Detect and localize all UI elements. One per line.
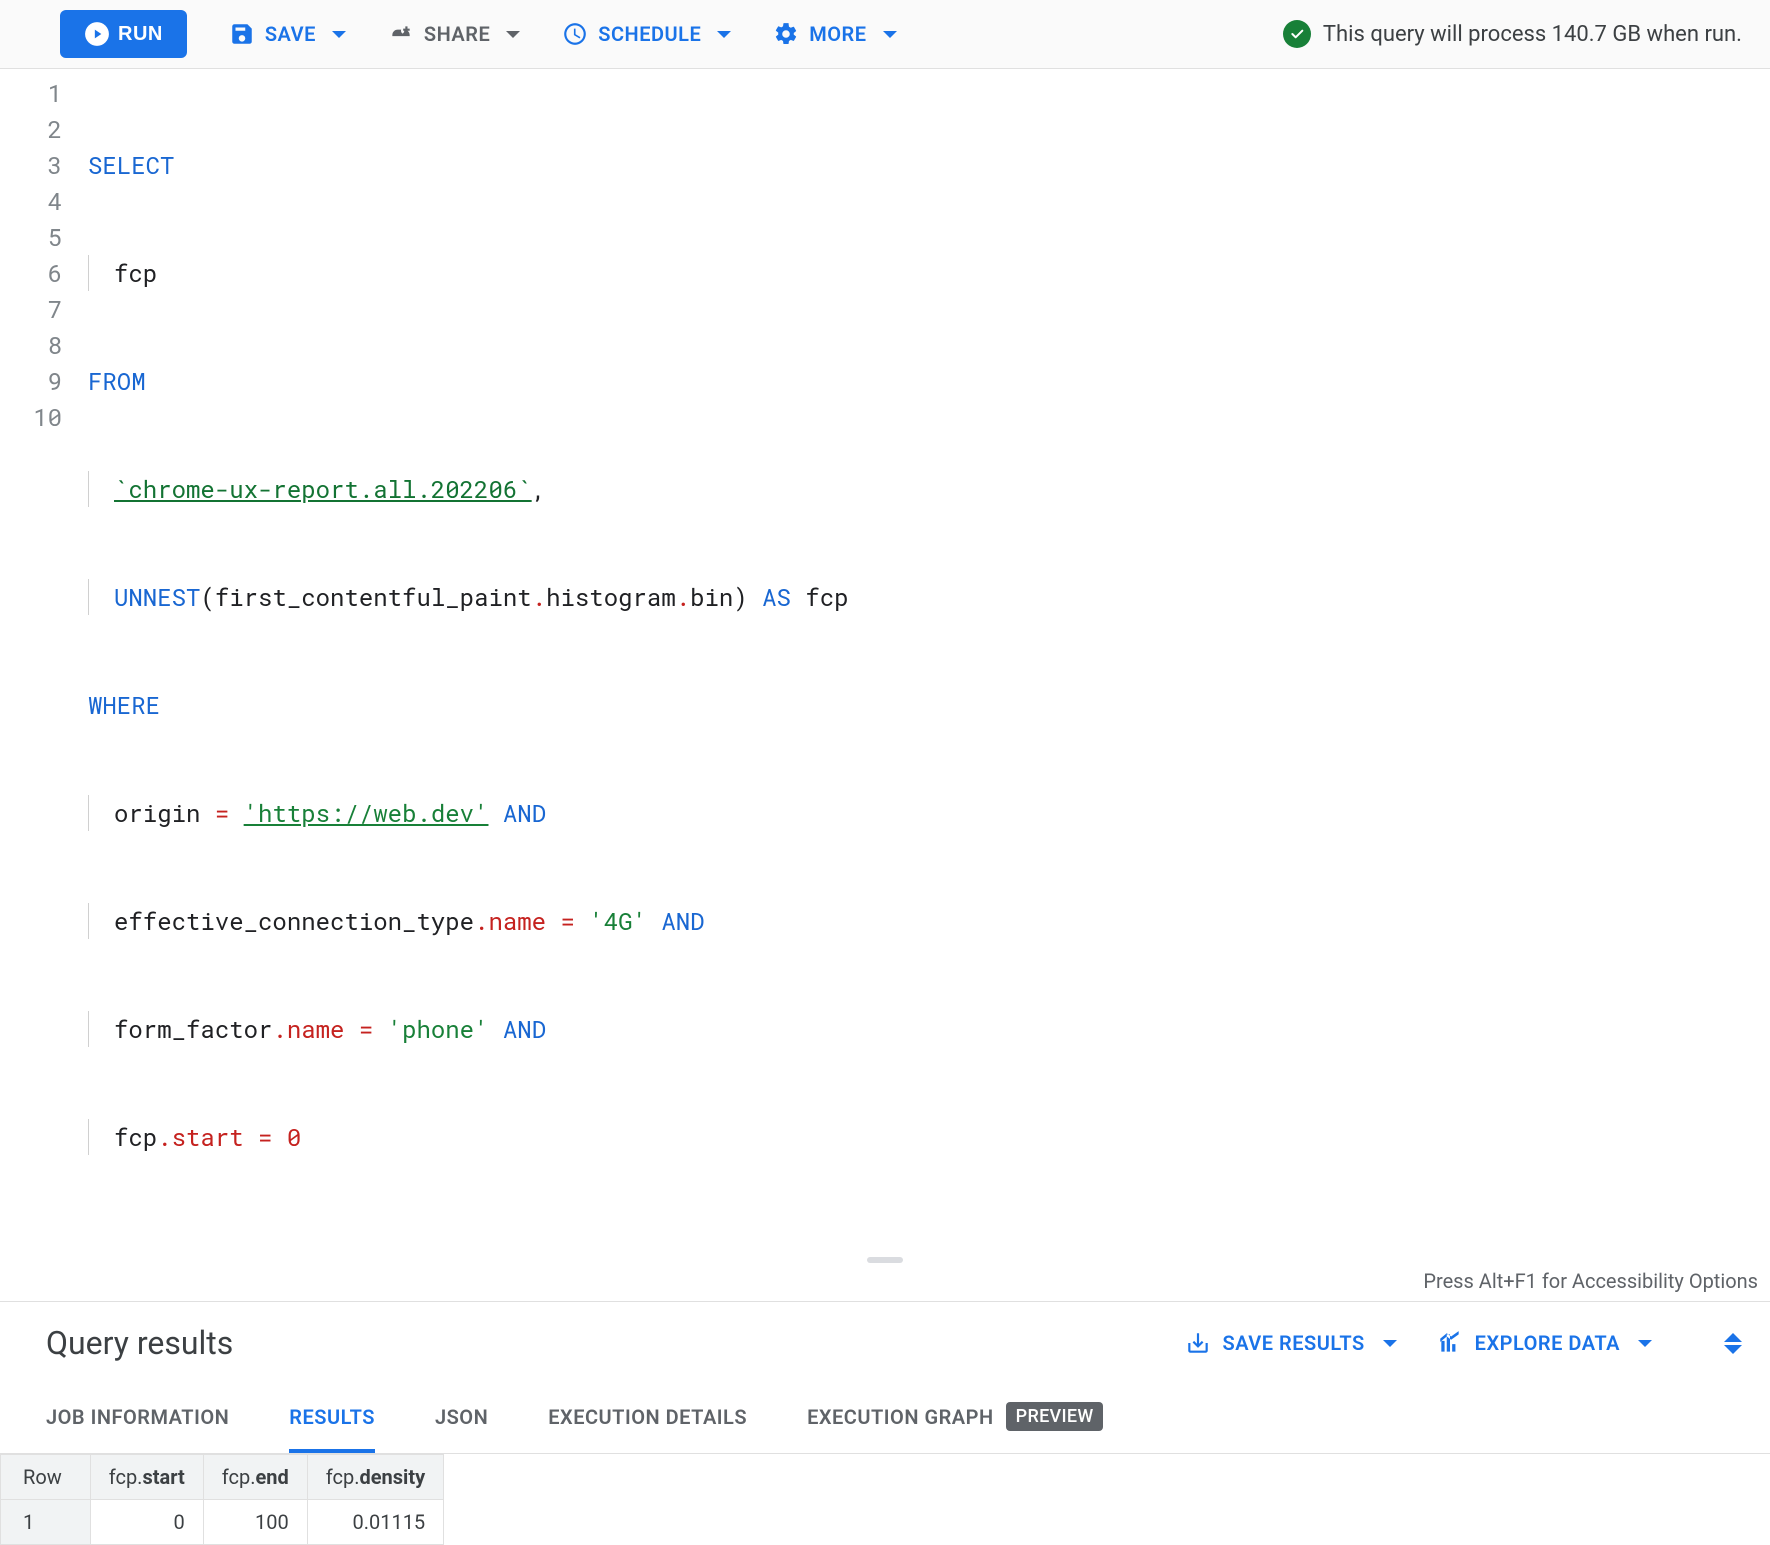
check-circle-icon: [1283, 20, 1311, 48]
chevron-down-icon: [332, 31, 346, 38]
line-number: 3: [0, 147, 62, 183]
tab-json[interactable]: JSON: [435, 1384, 488, 1453]
line-number: 9: [0, 363, 62, 399]
cell-row-index: 1: [1, 1500, 91, 1545]
line-number: 6: [0, 255, 62, 291]
more-label: MORE: [809, 22, 866, 46]
clock-icon: [562, 21, 588, 47]
sql-editor[interactable]: 1 2 3 4 5 6 7 8 9 10 SELECT fcp FROM `ch…: [0, 69, 1770, 1227]
chevron-down-icon: [883, 31, 897, 38]
results-header: Query results SAVE RESULTS EXPLORE DATA: [0, 1302, 1770, 1384]
toolbar: RUN SAVE SHARE SCHEDULE MORE This query …: [0, 0, 1770, 69]
query-status: This query will process 140.7 GB when ru…: [1283, 20, 1742, 48]
line-number: 8: [0, 327, 62, 363]
line-number: 5: [0, 219, 62, 255]
more-button[interactable]: MORE: [773, 21, 896, 47]
gear-icon: [773, 21, 799, 47]
cell-fcp-density: 0.01115: [307, 1500, 443, 1545]
chevron-up-icon: [1724, 1333, 1742, 1342]
col-fcp: fcp: [114, 257, 157, 289]
results-table: Row fcp.start fcp.end fcp.density 1 0 10…: [0, 1454, 444, 1545]
col-row: Row: [1, 1455, 91, 1500]
code-area[interactable]: SELECT fcp FROM `chrome-ux-report.all.20…: [88, 75, 849, 1227]
line-number-gutter: 1 2 3 4 5 6 7 8 9 10: [0, 75, 88, 1227]
kw-select: SELECT: [88, 149, 174, 181]
schedule-label: SCHEDULE: [598, 22, 701, 46]
cell-fcp-start: 0: [90, 1500, 203, 1545]
run-label: RUN: [118, 23, 163, 46]
cell-fcp-end: 100: [203, 1500, 307, 1545]
share-label: SHARE: [424, 22, 490, 46]
save-results-label: SAVE RESULTS: [1223, 1331, 1365, 1355]
run-button[interactable]: RUN: [60, 10, 187, 58]
save-button[interactable]: SAVE: [229, 21, 346, 47]
col-fcp-end: fcp.end: [203, 1455, 307, 1500]
chart-icon: [1437, 1330, 1463, 1356]
expand-collapse-toggle[interactable]: [1724, 1333, 1742, 1354]
explore-data-button[interactable]: EXPLORE DATA: [1437, 1330, 1652, 1356]
chevron-down-icon: [717, 31, 731, 38]
play-icon: [84, 21, 110, 47]
table-header-row: Row fcp.start fcp.end fcp.density: [1, 1455, 444, 1500]
save-icon: [229, 21, 255, 47]
chevron-down-icon: [1638, 1340, 1652, 1347]
tab-results[interactable]: RESULTS: [289, 1384, 375, 1453]
line-number: 4: [0, 183, 62, 219]
table-row: 1 0 100 0.01115: [1, 1500, 444, 1545]
col-fcp-density: fcp.density: [307, 1455, 443, 1500]
schedule-button[interactable]: SCHEDULE: [562, 21, 731, 47]
results-tabs: JOB INFORMATION RESULTS JSON EXECUTION D…: [0, 1384, 1770, 1454]
download-icon: [1185, 1330, 1211, 1356]
save-results-button[interactable]: SAVE RESULTS: [1185, 1330, 1397, 1356]
line-number: 1: [0, 75, 62, 111]
str-origin: 'https://web.dev': [244, 797, 489, 829]
status-text: This query will process 140.7 GB when ru…: [1323, 22, 1742, 47]
line-number: 10: [0, 399, 62, 435]
explore-data-label: EXPLORE DATA: [1475, 1331, 1620, 1355]
tab-execution-details[interactable]: EXECUTION DETAILS: [548, 1384, 747, 1453]
chevron-down-icon: [1724, 1345, 1742, 1354]
line-number: 7: [0, 291, 62, 327]
preview-badge: PREVIEW: [1006, 1402, 1104, 1431]
tab-execution-graph[interactable]: EXECUTION GRAPH PREVIEW: [807, 1384, 1103, 1453]
tab-job-information[interactable]: JOB INFORMATION: [46, 1384, 229, 1453]
chevron-down-icon: [506, 31, 520, 38]
results-title: Query results: [46, 1324, 233, 1362]
chevron-down-icon: [1383, 1340, 1397, 1347]
line-number: 2: [0, 111, 62, 147]
kw-from: FROM: [88, 365, 146, 397]
share-button[interactable]: SHARE: [388, 21, 520, 47]
table-ref: `chrome-ux-report.all.202206`: [114, 473, 532, 505]
pane-resize-handle[interactable]: [867, 1257, 903, 1263]
col-fcp-start: fcp.start: [90, 1455, 203, 1500]
kw-as: AS: [762, 581, 791, 613]
save-label: SAVE: [265, 22, 316, 46]
kw-unnest: UNNEST: [114, 581, 200, 613]
a11y-hint: Press Alt+F1 for Accessibility Options: [0, 1265, 1770, 1301]
share-icon: [388, 21, 414, 47]
kw-where: WHERE: [88, 689, 160, 721]
